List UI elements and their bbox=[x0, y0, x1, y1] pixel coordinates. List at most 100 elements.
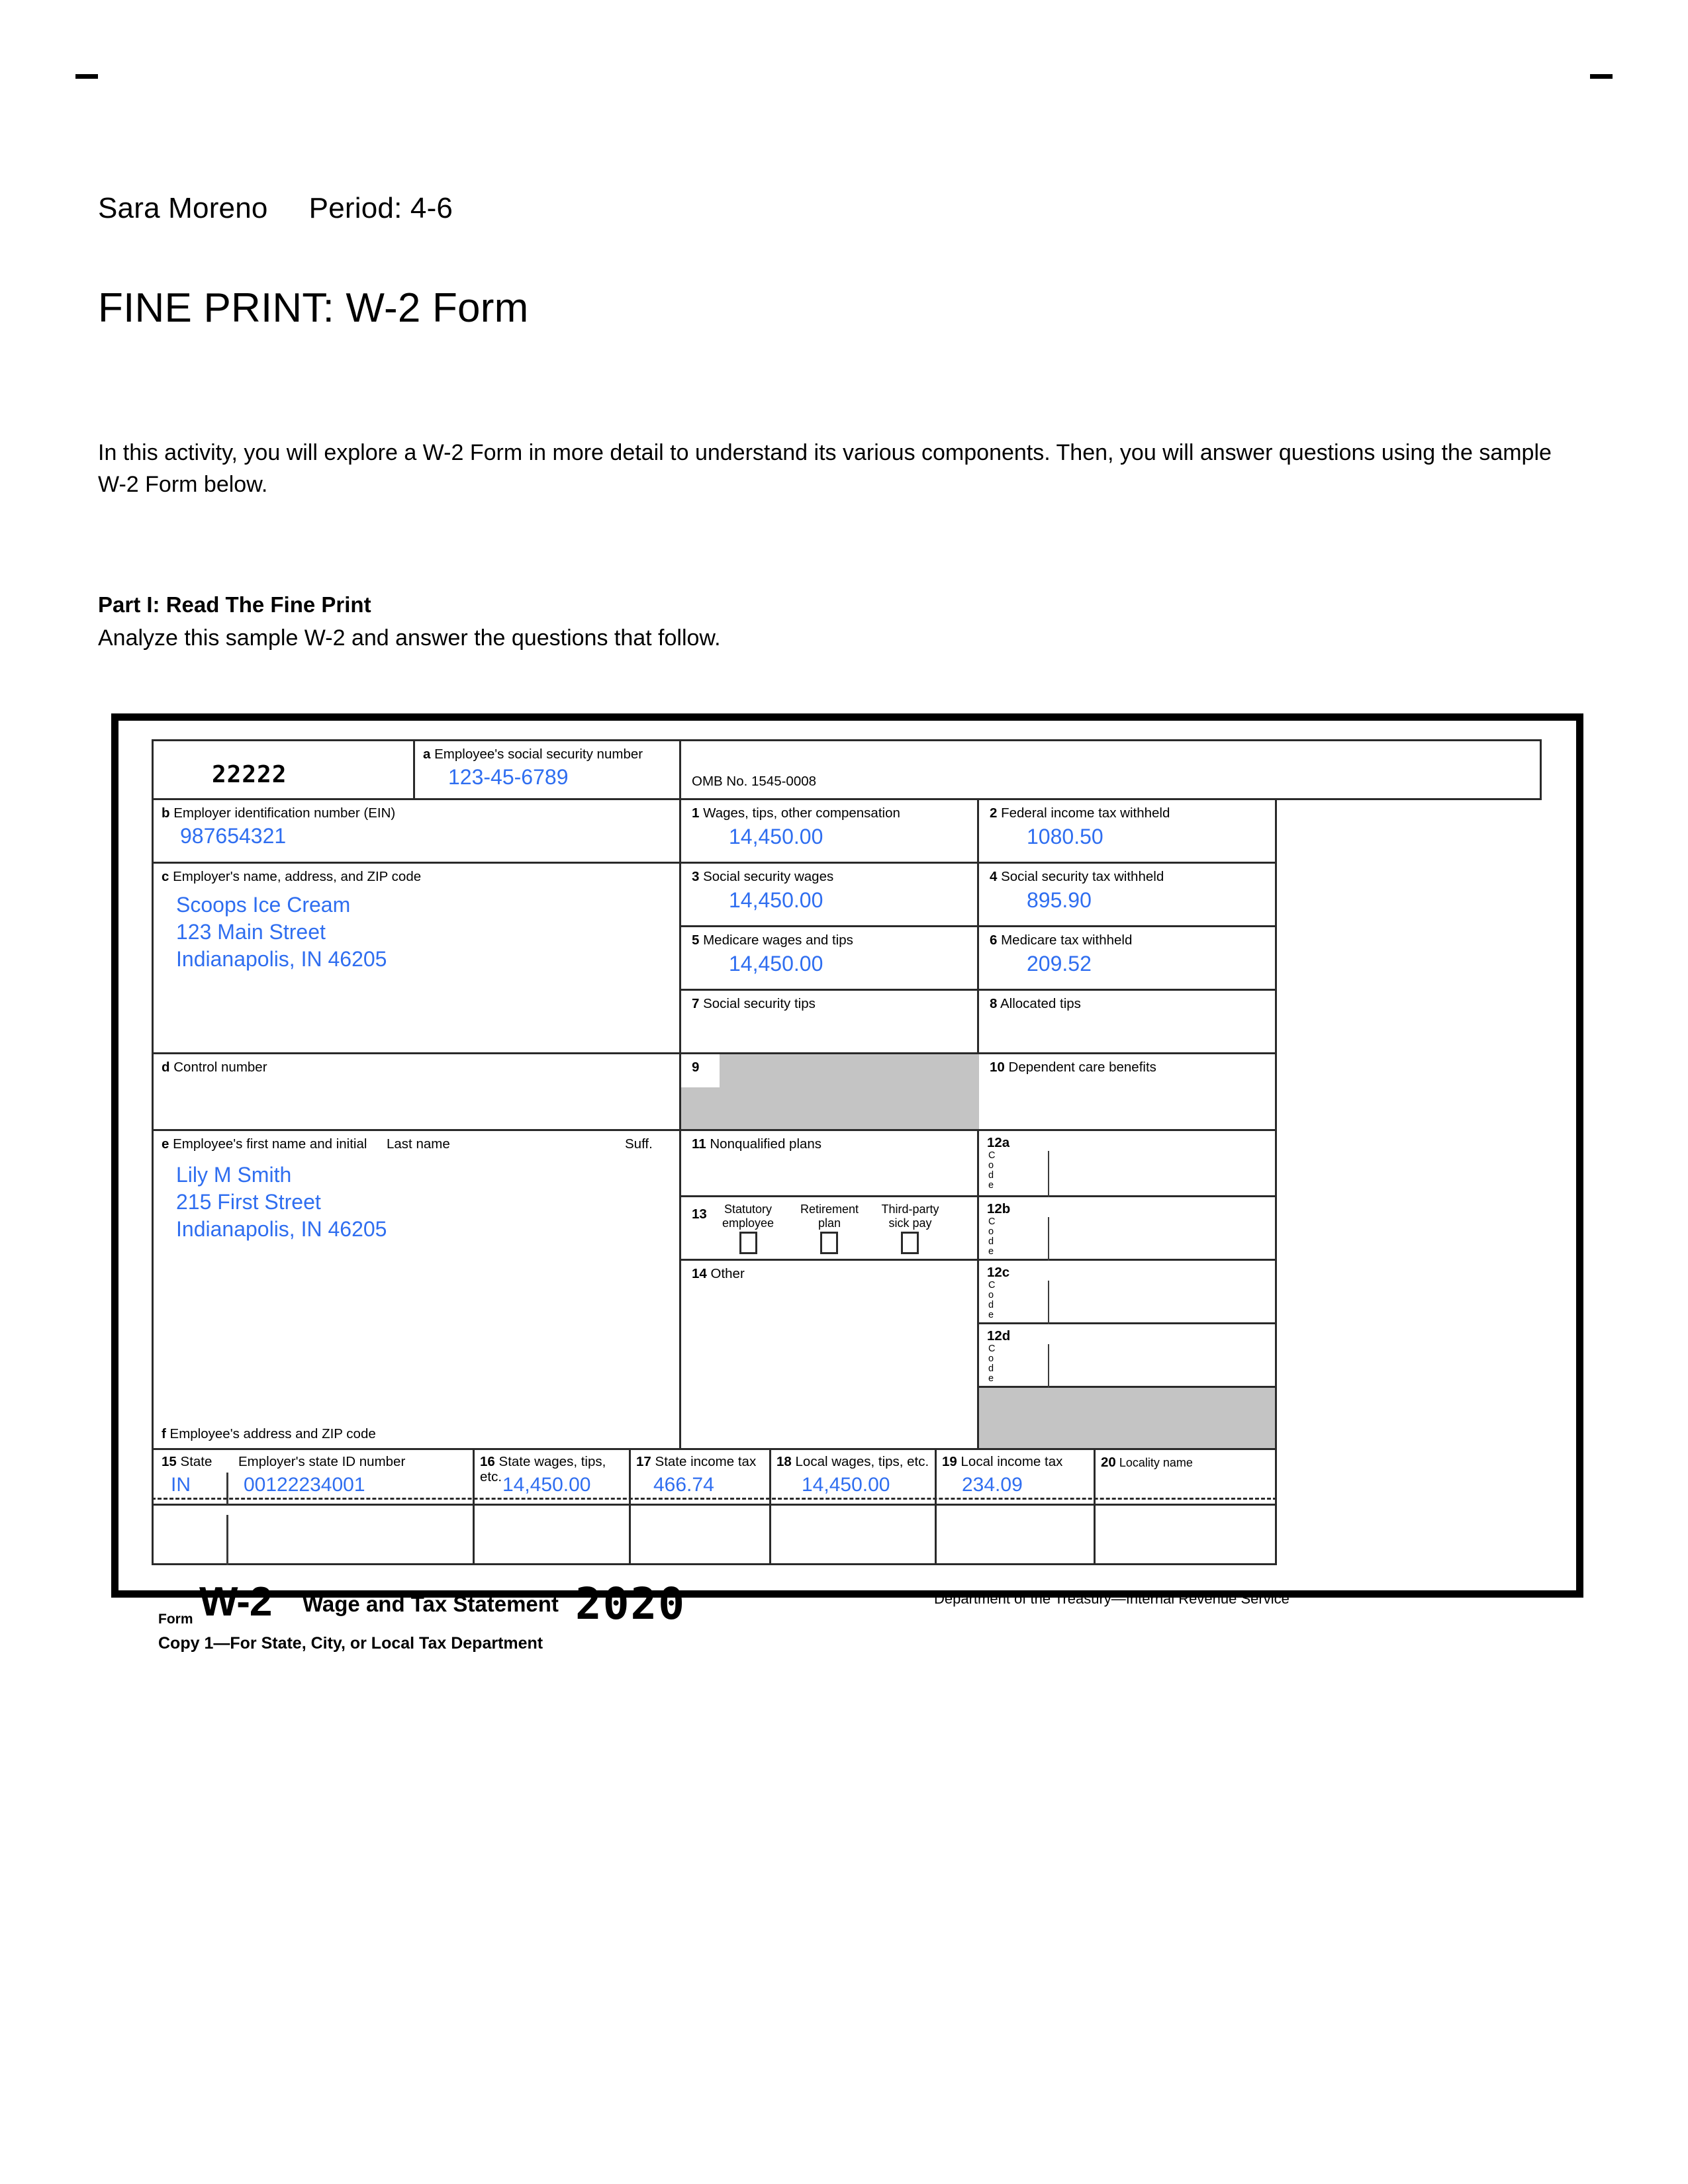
box-15-state-word: State bbox=[180, 1454, 212, 1469]
box-19-label-text: Local income tax bbox=[961, 1454, 1063, 1469]
box-13-retirement-label: Retirement plan bbox=[799, 1203, 860, 1230]
w2-box-12-shade bbox=[979, 1388, 1277, 1450]
box-d-label-text: Control number bbox=[173, 1060, 267, 1075]
box-c-label-text: Employer's name, address, and ZIP code bbox=[173, 869, 422, 884]
box-18-label-text: Local wages, tips, etc. bbox=[795, 1454, 929, 1469]
box-d-label: d Control number bbox=[162, 1060, 267, 1075]
box-5-label: 5 Medicare wages and tips bbox=[692, 933, 853, 948]
box-a-letter: a bbox=[423, 747, 431, 762]
w2-box-15-row2 bbox=[152, 1506, 475, 1565]
footer-copy-line: Copy 1—For State, City, or Local Tax Dep… bbox=[158, 1634, 543, 1653]
box-c-letter: c bbox=[162, 869, 169, 884]
box-12a-code-divider bbox=[1048, 1151, 1049, 1197]
w2-box-a: a Employee's social security number 123-… bbox=[415, 739, 681, 800]
box-10-number: 10 bbox=[990, 1060, 1005, 1075]
w2-box-8: 8 Allocated tips bbox=[979, 991, 1277, 1054]
box-12d-code-label: Code bbox=[988, 1343, 996, 1385]
box-19-number: 19 bbox=[942, 1454, 957, 1469]
footer-statement: Wage and Tax Statement bbox=[303, 1592, 559, 1616]
box-15-employer-state-id: 00122234001 bbox=[244, 1474, 365, 1496]
w2-box-9: 9 bbox=[681, 1054, 979, 1131]
w2-box-7: 7 Social security tips bbox=[681, 991, 979, 1054]
box-e-label-first: e Employee's first name and initial bbox=[162, 1136, 367, 1152]
box-15-row2-divider bbox=[226, 1515, 228, 1565]
box-17-value: 466.74 bbox=[653, 1474, 714, 1496]
crop-mark-right bbox=[1590, 74, 1613, 79]
box-4-label: 4 Social security tax withheld bbox=[990, 869, 1164, 884]
box-3-label: 3 Social security wages bbox=[692, 869, 833, 884]
box-2-label-text: Federal income tax withheld bbox=[1001, 805, 1170, 821]
box-8-label: 8 Allocated tips bbox=[990, 996, 1081, 1011]
box-c-label: c Employer's name, address, and ZIP code bbox=[162, 869, 421, 884]
box-12b-code-label: Code bbox=[988, 1216, 996, 1257]
box-c-line-3: Indianapolis, IN 46205 bbox=[176, 946, 387, 971]
box-3-value: 14,450.00 bbox=[729, 888, 823, 912]
box-d-letter: d bbox=[162, 1060, 170, 1075]
box-16-number: 16 bbox=[480, 1454, 495, 1469]
box-12a-code-label: Code bbox=[988, 1150, 996, 1191]
box-4-value: 895.90 bbox=[1027, 888, 1092, 912]
box-13-thirdparty-line2: sick pay bbox=[888, 1216, 932, 1230]
box-13-number: 13 bbox=[692, 1206, 707, 1222]
w2-box-4: 4 Social security tax withheld 895.90 bbox=[979, 864, 1277, 927]
box-b-value: 987654321 bbox=[180, 824, 287, 848]
box-e-line-1: Lily M Smith bbox=[176, 1163, 292, 1187]
box-a-label: a Employee's social security number bbox=[423, 747, 643, 762]
box-5-label-text: Medicare wages and tips bbox=[703, 933, 853, 948]
box-c-line-2: 123 Main Street bbox=[176, 919, 326, 944]
box-13-retirement-line2: plan bbox=[818, 1216, 841, 1230]
w2-box-5: 5 Medicare wages and tips 14,450.00 bbox=[681, 927, 979, 991]
box-14-label-text: Other bbox=[710, 1266, 745, 1281]
box-12d-number: 12d bbox=[987, 1328, 1011, 1343]
box-9-shade-top bbox=[720, 1054, 979, 1087]
box-16-value: 14,450.00 bbox=[502, 1474, 591, 1496]
box-e-line-2: 215 First Street bbox=[176, 1189, 321, 1214]
box-20-number: 20 bbox=[1101, 1455, 1116, 1470]
footer-form-word: Form bbox=[158, 1612, 193, 1627]
w2-omb-box: OMB No. 1545-0008 bbox=[681, 739, 1542, 800]
w2-box-1: 1 Wages, tips, other compensation 14,450… bbox=[681, 800, 979, 864]
box-a-label-text: Employee's social security number bbox=[434, 747, 643, 762]
box-3-label-text: Social security wages bbox=[703, 869, 834, 884]
w2-box-10: 10 Dependent care benefits bbox=[979, 1054, 1277, 1131]
box-b-label: b Employer identification number (EIN) bbox=[162, 805, 395, 821]
w2-box-16-row2 bbox=[475, 1506, 631, 1565]
box-13-thirdparty-label: Third-party sick pay bbox=[878, 1203, 942, 1230]
box-13-statutory-employee-checkbox[interactable] bbox=[739, 1232, 757, 1254]
footer-tax-year: 2020 bbox=[575, 1578, 686, 1629]
box-13-statutory-label: Statutory employee bbox=[720, 1203, 776, 1230]
box-4-label-text: Social security tax withheld bbox=[1001, 869, 1164, 884]
box-17-label: 17 State income tax bbox=[636, 1454, 756, 1469]
w2-grid: 22222 a Employee's social security numbe… bbox=[152, 739, 1542, 1653]
box-9-label: 9 bbox=[692, 1060, 699, 1075]
box-13-statutory-line2: employee bbox=[722, 1216, 774, 1230]
box-13-retirement-line1: Retirement bbox=[800, 1203, 859, 1216]
box-e-letter: e bbox=[162, 1136, 169, 1152]
box-f-label-text: Employee's address and ZIP code bbox=[169, 1426, 376, 1441]
box-5-number: 5 bbox=[692, 933, 700, 948]
box-10-label: 10 Dependent care benefits bbox=[990, 1060, 1156, 1075]
box-13-third-party-sick-pay-checkbox[interactable] bbox=[901, 1232, 919, 1254]
box-9-shade-bottom bbox=[681, 1087, 979, 1129]
box-13-retirement-plan-checkbox[interactable] bbox=[820, 1232, 838, 1254]
box-2-label: 2 Federal income tax withheld bbox=[990, 805, 1170, 821]
w2-box-2: 2 Federal income tax withheld 1080.50 bbox=[979, 800, 1277, 864]
box-18-number: 18 bbox=[776, 1454, 792, 1469]
box-e-line-3: Indianapolis, IN 46205 bbox=[176, 1216, 387, 1241]
w2-box-19-row2 bbox=[937, 1506, 1096, 1565]
box-17-label-text: State income tax bbox=[655, 1454, 757, 1469]
box-c-employer-block: Scoops Ice Cream 123 Main Street Indiana… bbox=[176, 891, 387, 973]
w2-box-c: c Employer's name, address, and ZIP code… bbox=[152, 864, 681, 1054]
footer-department: Department of the Treasury—Internal Reve… bbox=[934, 1590, 1289, 1607]
box-12c-code-divider bbox=[1048, 1281, 1049, 1324]
box-19-value: 234.09 bbox=[962, 1474, 1023, 1496]
part-heading: Part I: Read The Fine Print bbox=[98, 592, 371, 617]
box-6-label: 6 Medicare tax withheld bbox=[990, 933, 1132, 948]
box-20-label: 20 Locality name bbox=[1101, 1455, 1193, 1470]
w2-box-14: 14 Other bbox=[681, 1261, 979, 1450]
box-15-state-value: IN bbox=[171, 1474, 191, 1496]
box-15-label-state: 15 State bbox=[162, 1454, 212, 1469]
box-4-number: 4 bbox=[990, 869, 998, 884]
box-9-number: 9 bbox=[692, 1060, 700, 1075]
footer-form-number: W-2 bbox=[199, 1579, 272, 1625]
